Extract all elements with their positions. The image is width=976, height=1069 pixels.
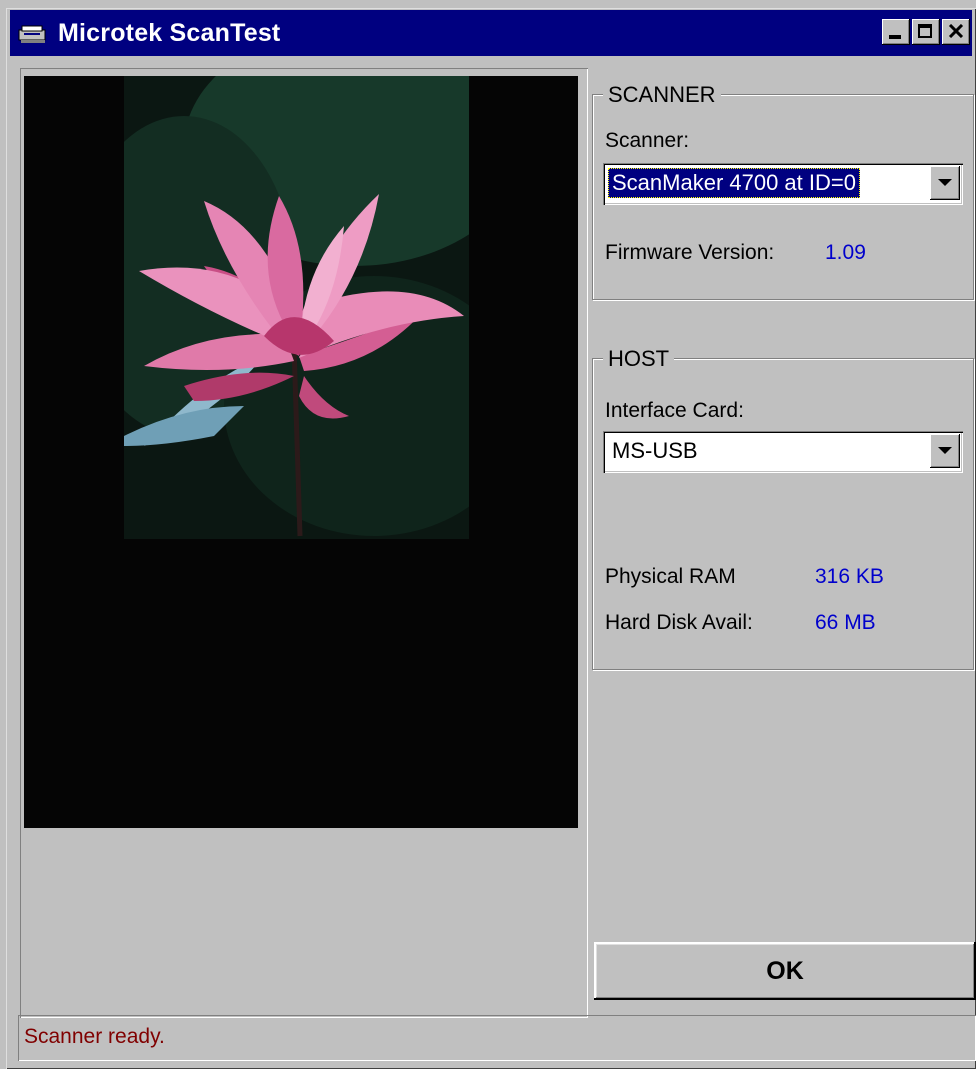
scanner-icon (18, 25, 46, 43)
scanner-group: SCANNER Scanner: ScanMaker 4700 at ID=0 … (592, 82, 974, 300)
window-title: Microtek ScanTest (58, 18, 281, 47)
host-group-title: HOST (603, 346, 675, 372)
chevron-down-icon[interactable] (930, 166, 960, 200)
physical-ram-value: 316 KB (815, 565, 884, 588)
interface-card-label: Interface Card: (605, 399, 744, 422)
preview-panel (20, 68, 588, 1018)
interface-card-select-value: MS-USB (612, 438, 698, 463)
firmware-label: Firmware Version: (605, 241, 775, 264)
physical-ram-label: Physical RAM (605, 565, 736, 588)
close-icon (948, 24, 964, 38)
scantest-window: Microtek ScanTest SCANNER Scanner: ScanM… (6, 8, 976, 1069)
lotus-photo (124, 76, 469, 539)
interface-card-select[interactable]: MS-USB (603, 431, 963, 473)
hard-disk-value: 66 MB (815, 611, 876, 634)
chevron-down-icon[interactable] (930, 434, 960, 468)
maximize-button[interactable] (912, 19, 940, 45)
scan-preview (24, 76, 578, 828)
close-button[interactable] (942, 19, 970, 45)
scanner-label: Scanner: (605, 129, 690, 152)
title-bar[interactable]: Microtek ScanTest (10, 10, 972, 56)
firmware-value: 1.09 (825, 241, 866, 264)
ok-button[interactable]: OK (594, 942, 976, 1000)
scanner-group-title: SCANNER (603, 82, 721, 108)
scanner-select[interactable]: ScanMaker 4700 at ID=0 (603, 163, 963, 205)
hard-disk-label: Hard Disk Avail: (605, 611, 753, 634)
status-bar: Scanner ready. (18, 1015, 976, 1061)
minimize-button[interactable] (882, 19, 910, 45)
status-text: Scanner ready. (24, 1025, 165, 1048)
scanner-select-value: ScanMaker 4700 at ID=0 (608, 168, 860, 198)
host-group: HOST Interface Card: MS-USB Physical RAM… (592, 346, 974, 670)
